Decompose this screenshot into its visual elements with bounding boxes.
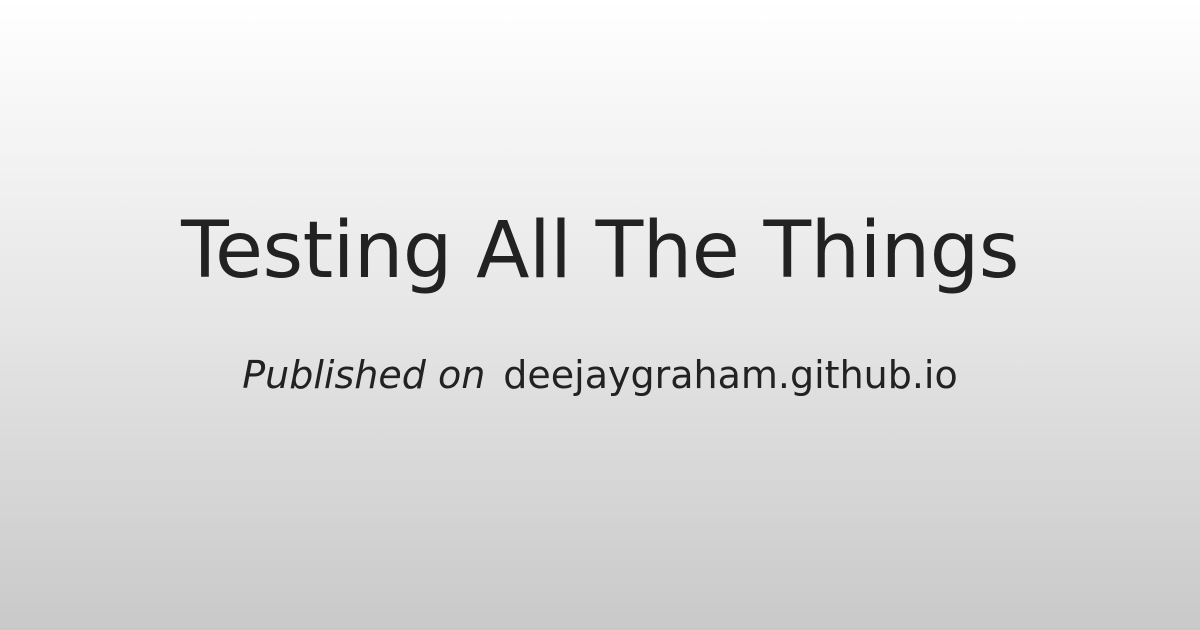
published-on-label: Published on (242, 353, 486, 397)
post-title: Testing All The Things (181, 206, 1019, 296)
site-domain: deejaygraham.github.io (503, 353, 958, 397)
social-card: Testing All The Things Published on deeja… (0, 0, 1200, 630)
byline: Published on deejaygraham.github.io (0, 356, 1200, 394)
